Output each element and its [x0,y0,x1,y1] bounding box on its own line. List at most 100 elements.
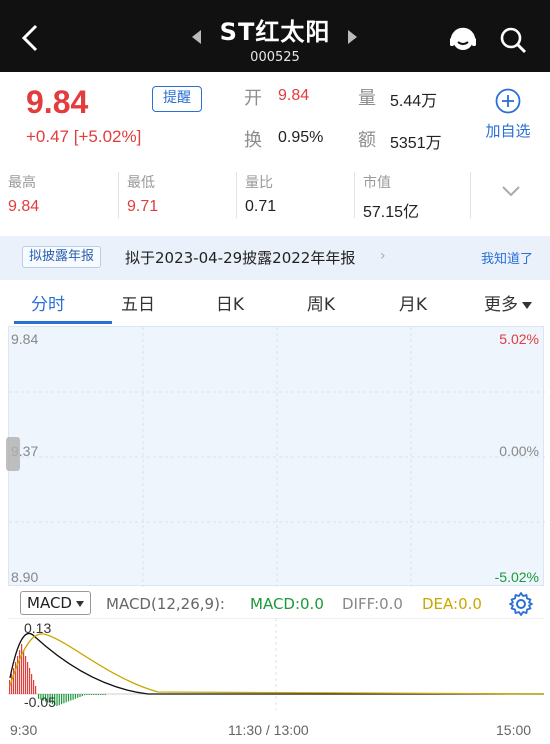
stat-value: 57.15亿 [363,204,420,221]
tab-five-day[interactable]: 五日 [116,290,160,315]
quote-panel: 9.84 +0.47 [+5.02%] 提醒 开 9.84 量 5.44万 换 … [0,72,550,164]
macd-bar-down [100,694,102,695]
macd-bar-down [70,694,72,701]
macd-bar-down [102,694,104,695]
indicator-selector-label: MACD [27,594,72,612]
dismiss-notice-button[interactable]: 我知道了 [481,248,533,267]
chart-tabs: 分时 五日 日K 周K 月K 更多 [0,282,550,324]
y-axis-pct-high: 5.02% [499,331,539,347]
open-label: 开 [244,88,262,109]
macd-bar-down [74,694,76,699]
tab-weekly-k[interactable]: 周K [300,290,342,315]
chevron-down-icon[interactable] [500,180,522,202]
macd-bar-up [23,650,25,694]
open-value: 9.84 [278,87,310,104]
macd-bar-down [84,694,86,696]
macd-bar-down [58,694,60,706]
stat-high: 最高 9.84 [0,172,39,218]
stat-label: 量比 [245,175,273,191]
turnover-value: 0.95% [278,129,324,146]
macd-value: MACD:0.0 [250,595,324,613]
macd-bar-down [65,694,67,703]
macd-bar-down [93,694,95,695]
stat-market-cap: 市值 57.15亿 [354,172,419,221]
volume-value: 5.44万 [390,93,438,110]
amount-label: 额 [358,130,376,151]
notice-text: 拟于2023-04-29披露2022年年报 [125,249,356,267]
indicator-selector[interactable]: MACD [20,591,91,615]
macd-bar-down [86,694,88,695]
stat-value: 9.71 [127,198,159,215]
macd-bar-down [95,694,97,695]
turnover-label: 换 [244,130,262,151]
tab-daily-k[interactable]: 日K [210,290,250,315]
macd-bar-up [9,680,11,694]
macd-bottom-label: -0.05 [24,694,56,710]
macd-chart[interactable]: 0.13 -0.05 [8,618,544,710]
intraday-chart[interactable]: 9.84 9.37 8.90 5.02% 0.00% -5.02% [8,326,545,587]
macd-bar-up [35,686,37,694]
macd-bar-up [13,668,15,694]
stat-value: 0.71 [245,198,277,215]
macd-plot [8,618,544,710]
y-axis-pct-mid: 0.00% [499,443,539,459]
macd-bar-down [88,694,90,695]
macd-params: MACD(12,26,9): [106,595,225,613]
tab-more-label: 更多 [484,295,518,315]
macd-bar-down [79,694,81,697]
chevron-right-icon: › [380,248,386,264]
macd-bar-down [67,694,70,702]
indicator-bar: MACD MACD(12,26,9): MACD:0.0 DIFF:0.0 DE… [0,588,550,618]
macd-bar-up [33,680,35,694]
tab-intraday[interactable]: 分时 [28,290,68,315]
y-axis-pct-low: -5.02% [494,569,539,585]
chart-drag-handle[interactable] [6,437,20,471]
macd-bar-up [27,662,29,694]
top-bar: ST红太阳 000525 [0,0,550,72]
next-stock-icon[interactable] [348,30,357,44]
active-tab-indicator [14,321,112,324]
macd-bar-down [77,694,79,698]
disclosure-notice[interactable]: 拟披露年报 拟于2023-04-29披露2022年年报 › 我知道了 [0,236,550,280]
intraday-grid [9,327,545,587]
macd-bar-up [19,650,21,694]
add-favorite-button[interactable]: 加自选 [480,88,536,141]
volume-label: 量 [358,88,376,109]
add-favorite-label: 加自选 [485,122,531,140]
tab-monthly-k[interactable]: 月K [392,290,434,315]
price-change: +0.47 [+5.02%] [26,127,142,146]
macd-bar-up [29,668,31,694]
plus-circle-icon [495,88,521,114]
macd-bar-down [61,694,63,705]
amount-value: 5351万 [390,135,442,152]
macd-bar-down [81,694,83,697]
macd-bar-down [104,694,106,695]
macd-bar-down [72,694,74,700]
time-midday: 11:30 / 13:00 [228,722,309,738]
macd-bar-up [25,656,27,694]
tab-more[interactable]: 更多 [478,290,538,315]
customer-service-icon[interactable] [447,24,479,56]
search-icon[interactable] [497,24,529,56]
stat-low: 最低 9.71 [118,172,158,218]
macd-bar-up [31,674,33,694]
stats-divider [470,172,479,218]
stats-row: 最高 9.84 最低 9.71 量比 0.71 市值 57.15亿 [0,168,550,226]
macd-bar-down [90,694,93,695]
macd-bar-down [97,694,99,695]
time-close: 15:00 [496,722,532,738]
stat-label: 市值 [363,175,391,191]
time-axis: 9:30 11:30 / 13:00 15:00 [0,722,550,742]
y-axis-low: 8.90 [11,569,39,585]
caret-down-icon [75,600,84,607]
stat-label: 最高 [8,175,36,191]
macd-bar-up [21,644,23,694]
caret-down-icon [522,301,532,309]
remind-button[interactable]: 提醒 [152,86,202,112]
stat-label: 最低 [127,175,155,191]
diff-value: DIFF:0.0 [342,595,403,613]
stat-value: 9.84 [8,198,40,215]
gear-icon[interactable] [508,591,534,617]
stat-volume-ratio: 量比 0.71 [236,172,276,218]
macd-bar-down [63,694,65,704]
